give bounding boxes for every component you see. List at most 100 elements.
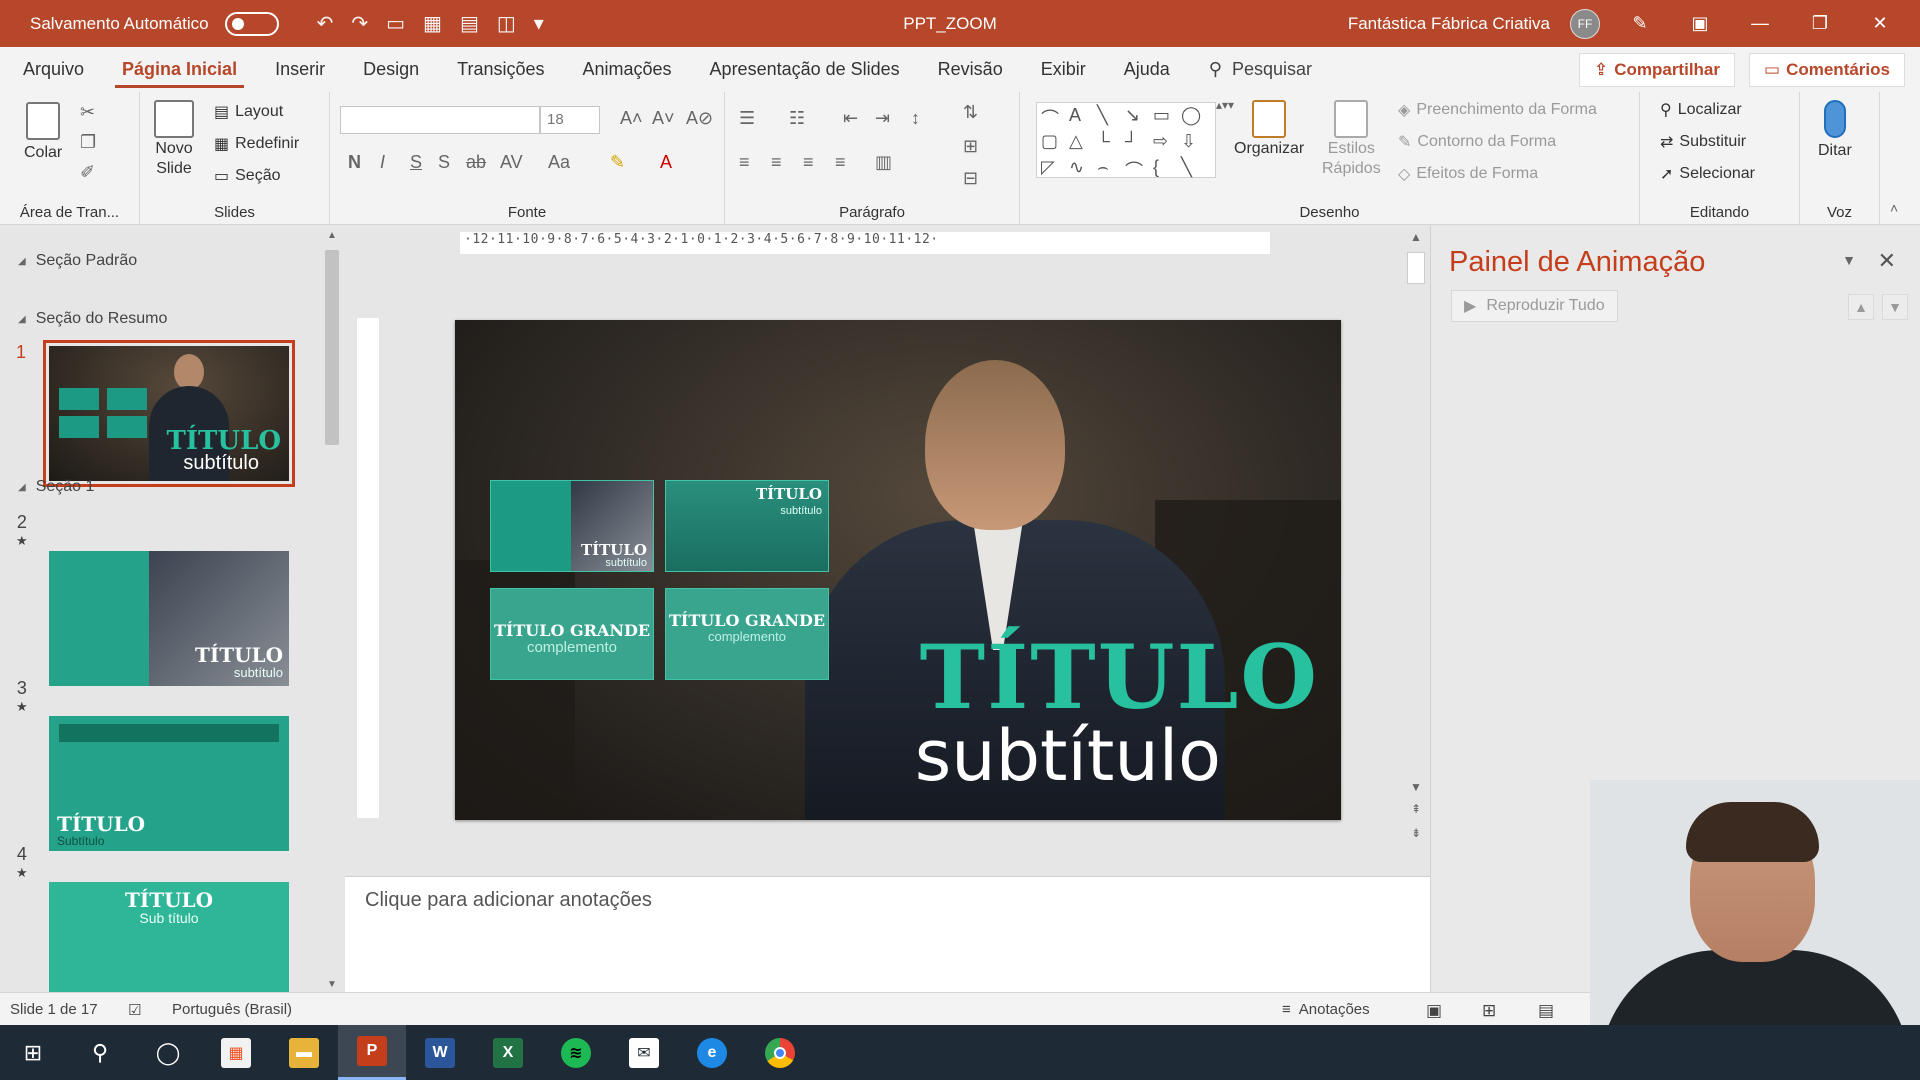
autosave-toggle[interactable]: [224, 11, 279, 36]
notes-toggle[interactable]: ≡ Anotações: [1282, 1001, 1370, 1018]
next-slide-icon[interactable]: ⇟: [1407, 826, 1425, 840]
shape-fill-button[interactable]: ◈ Preenchimento da Forma: [1398, 100, 1597, 120]
arrange-button[interactable]: Organizar: [1234, 100, 1304, 158]
shape-brace-icon[interactable]: {: [1153, 157, 1181, 183]
shape-triangle-icon[interactable]: △: [1069, 131, 1097, 157]
excel-icon[interactable]: X: [474, 1025, 542, 1080]
scroll-down-icon[interactable]: ▼: [327, 979, 337, 990]
shape-effects-button[interactable]: ◇ Efeitos de Forma: [1398, 164, 1538, 184]
shape-wave-icon[interactable]: ⌒: [1125, 157, 1153, 183]
reset-button[interactable]: ▦ Redefinir: [214, 134, 299, 154]
reading-view-icon[interactable]: ▤: [1538, 1001, 1554, 1021]
bullets-icon[interactable]: ☰: [739, 108, 755, 129]
start-slideshow-icon[interactable]: ▭: [386, 11, 405, 36]
quick-styles-button[interactable]: Estilos Rápidos: [1322, 100, 1381, 178]
shape-rect-icon[interactable]: ▭: [1153, 105, 1181, 131]
section-1[interactable]: ◢ Seção 1: [18, 478, 94, 496]
shape-arrow-line-icon[interactable]: ↘: [1125, 105, 1153, 131]
shape-arc-icon[interactable]: ⌒: [1041, 105, 1069, 131]
word-icon[interactable]: W: [406, 1025, 474, 1080]
tab-pagina-inicial[interactable]: Página Inicial: [103, 47, 256, 92]
search-icon[interactable]: ⚲: [66, 1025, 134, 1080]
highlight-icon[interactable]: ✎: [610, 152, 625, 173]
zoom-card-1[interactable]: TÍTULO subtítulo: [490, 480, 654, 572]
bold-button[interactable]: N: [348, 152, 361, 173]
columns-icon[interactable]: ▥: [875, 152, 892, 173]
zoom-card-3[interactable]: TÍTULO GRANDE complemento: [490, 588, 654, 680]
previous-slide-icon[interactable]: ⇞: [1407, 802, 1425, 816]
shape-rounded-rect-icon[interactable]: ▢: [1041, 131, 1069, 157]
justify-icon[interactable]: ≡: [835, 152, 846, 173]
windows-start-icon[interactable]: ⊞: [0, 1025, 66, 1080]
numbering-icon[interactable]: ☷: [789, 108, 805, 129]
shrink-font-icon[interactable]: A˅: [652, 108, 675, 129]
align-text-icon[interactable]: ⊞: [963, 136, 978, 157]
mail-icon[interactable]: ✉: [610, 1025, 678, 1080]
search-box[interactable]: ⚲ Pesquisar: [1209, 59, 1312, 80]
font-name-field[interactable]: [340, 106, 540, 134]
cut-icon[interactable]: ✂: [80, 102, 95, 123]
shadow-button[interactable]: S: [438, 152, 450, 173]
proofing-icon[interactable]: ☑: [128, 1001, 141, 1019]
table-icon[interactable]: ▦: [423, 11, 442, 36]
line-spacing-icon[interactable]: ↕: [911, 108, 920, 129]
pen-icon[interactable]: ✎: [1620, 13, 1660, 34]
move-down-icon[interactable]: ▼: [1882, 294, 1908, 320]
shape-diag-icon[interactable]: ╲: [1181, 157, 1209, 183]
customize-qat-icon[interactable]: ▾: [534, 11, 544, 36]
smartart-icon[interactable]: ⊟: [963, 168, 978, 189]
shape-right-arrow-icon[interactable]: ⇨: [1153, 131, 1181, 157]
tab-transicoes[interactable]: Transições: [438, 47, 563, 92]
shape-line-icon[interactable]: ╲: [1097, 105, 1125, 131]
tab-animacoes[interactable]: Animações: [564, 47, 691, 92]
change-case-button[interactable]: Aa: [548, 152, 570, 173]
collapse-ribbon-icon[interactable]: ˄: [1890, 200, 1898, 216]
clear-format-icon[interactable]: A⊘: [686, 108, 713, 129]
gallery-scroll-icon[interactable]: ▴▾▾: [1216, 98, 1234, 112]
slide-sorter-icon[interactable]: ⊞: [1482, 1001, 1496, 1021]
powerpoint-icon[interactable]: P: [338, 1025, 406, 1080]
account-name[interactable]: Fantástica Fábrica Criativa: [1348, 14, 1550, 34]
ribbon-display-icon[interactable]: ▣: [1680, 13, 1720, 34]
tab-ajuda[interactable]: Ajuda: [1105, 47, 1189, 92]
chrome-icon[interactable]: [746, 1025, 814, 1080]
minimize-icon[interactable]: —: [1740, 13, 1780, 34]
slide-thumbnail-2[interactable]: TÍTULO subtítulo: [49, 551, 289, 686]
scroll-up-icon[interactable]: ▲: [327, 230, 337, 241]
shape-down-arrow-icon[interactable]: ⇩: [1181, 131, 1209, 157]
store-icon[interactable]: ▦: [202, 1025, 270, 1080]
tab-exibir[interactable]: Exibir: [1022, 47, 1105, 92]
slide-thumbnail-1[interactable]: TÍTULO subtítulo: [43, 340, 295, 487]
scroll-down-icon[interactable]: ▼: [1407, 780, 1425, 794]
tab-revisao[interactable]: Revisão: [919, 47, 1022, 92]
scrollbar-thumb[interactable]: [1407, 252, 1425, 284]
restore-icon[interactable]: ❐: [1800, 13, 1840, 34]
section-button[interactable]: ▭ Seção: [214, 166, 281, 186]
play-all-button[interactable]: ▶ Reproduzir Tudo: [1451, 290, 1618, 322]
section-summary[interactable]: ◢ Seção do Resumo: [18, 310, 167, 328]
share-button[interactable]: ⇪ Compartilhar: [1578, 53, 1735, 87]
pane-options-icon[interactable]: ▼: [1842, 252, 1856, 268]
slide-thumbnail-4[interactable]: TÍTULO Sub título: [49, 882, 289, 992]
scroll-up-icon[interactable]: ▲: [1407, 230, 1425, 244]
close-icon[interactable]: ✕: [1878, 248, 1896, 274]
tab-design[interactable]: Design: [344, 47, 438, 92]
zoom-card-4[interactable]: TÍTULO GRANDE complemento: [665, 588, 829, 680]
undo-icon[interactable]: ↶: [317, 11, 334, 36]
chart-icon[interactable]: ◫: [497, 11, 516, 36]
file-explorer-icon[interactable]: ▬: [270, 1025, 338, 1080]
shapes-gallery[interactable]: ⌒ A ╲ ↘ ▭ ◯ ▢ △ └ ┘ ⇨ ⇩ ◸ ∿ ⌢ ⌒{╲: [1036, 102, 1216, 181]
slide-thumbnail-3[interactable]: TÍTULO Subtítulo: [49, 716, 289, 851]
shape-elbow-icon[interactable]: └: [1097, 131, 1125, 157]
align-right-icon[interactable]: ≡: [803, 152, 814, 173]
align-center-icon[interactable]: ≡: [771, 152, 782, 173]
shape-curve-icon[interactable]: ⌢: [1097, 157, 1125, 183]
find-button[interactable]: ⚲ Localizar: [1660, 100, 1742, 120]
avatar[interactable]: FF: [1570, 8, 1600, 39]
increase-indent-icon[interactable]: ⇥: [875, 108, 890, 129]
shape-oval-icon[interactable]: ◯: [1181, 105, 1209, 131]
layout-button[interactable]: ▤ Layout: [214, 102, 283, 122]
section-default[interactable]: ◢ Seção Padrão: [18, 252, 137, 270]
new-slide-button[interactable]: Novo Slide: [154, 100, 194, 178]
close-icon[interactable]: ✕: [1860, 13, 1900, 34]
